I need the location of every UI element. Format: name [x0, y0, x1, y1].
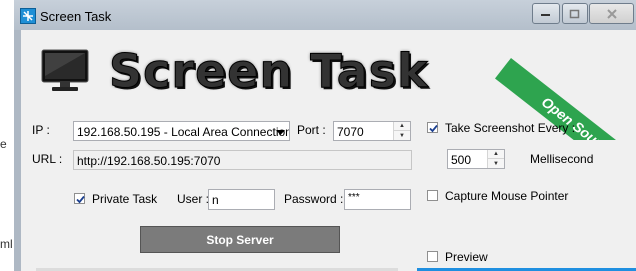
password-value: *** — [348, 192, 360, 203]
maximize-button[interactable] — [562, 3, 588, 24]
ip-label: IP : — [32, 123, 50, 137]
user-value: n — [212, 193, 219, 207]
interval-spin-buttons[interactable]: ▲ ▼ — [487, 150, 504, 168]
spin-down-icon[interactable]: ▼ — [488, 159, 504, 168]
minimize-button[interactable] — [532, 3, 560, 24]
port-label: Port : — [297, 123, 326, 137]
password-label: Password : — [284, 192, 344, 206]
preview-label: Preview — [445, 250, 488, 264]
spin-down-icon[interactable]: ▼ — [394, 131, 410, 140]
user-input[interactable]: n — [208, 189, 275, 210]
close-button[interactable] — [589, 3, 634, 24]
url-value: http://192.168.50.195:7070 — [77, 154, 221, 168]
stop-server-button[interactable]: Stop Server — [140, 226, 340, 253]
interval-stepper[interactable]: 500 ▲ ▼ — [447, 149, 505, 169]
close-icon — [606, 8, 617, 19]
spin-up-icon[interactable]: ▲ — [394, 122, 410, 131]
private-task-label: Private Task — [92, 192, 158, 206]
url-field[interactable]: http://192.168.50.195:7070 — [73, 150, 412, 170]
chevron-down-icon — [273, 125, 287, 139]
password-input[interactable]: *** — [344, 189, 411, 210]
port-value: 7070 — [337, 125, 364, 139]
capture-mouse-label: Capture Mouse Pointer — [445, 189, 569, 203]
spin-up-icon[interactable]: ▲ — [488, 150, 504, 159]
capture-mouse-checkbox[interactable] — [427, 190, 438, 201]
monitor-icon — [40, 48, 90, 94]
private-task-checkbox[interactable] — [74, 193, 85, 204]
check-icon — [429, 124, 438, 133]
background-text: e — [0, 137, 7, 151]
maximize-icon — [569, 9, 580, 18]
interval-unit-label: Mellisecond — [530, 152, 594, 166]
window-title: Screen Task — [40, 9, 112, 24]
main-panel: Screen Task Open Source IP : 192.168.50.… — [21, 30, 636, 271]
take-screenshot-label: Take Screenshot Every : — [445, 121, 576, 135]
user-label: User : — [177, 192, 210, 206]
ip-select-value: 192.168.50.195 - Local Area Connection — [77, 125, 290, 139]
take-screenshot-checkbox[interactable] — [427, 122, 438, 133]
port-spin-buttons[interactable]: ▲ ▼ — [393, 122, 410, 140]
ip-select[interactable]: 192.168.50.195 - Local Area Connection — [73, 121, 290, 141]
stop-server-label: Stop Server — [206, 232, 274, 247]
app-icon — [20, 8, 36, 24]
check-icon — [76, 195, 85, 204]
preview-checkbox[interactable] — [427, 251, 438, 262]
app-heading: Screen Task — [109, 44, 429, 99]
url-label: URL : — [32, 152, 63, 166]
interval-value: 500 — [451, 153, 472, 167]
port-stepper[interactable]: 7070 ▲ ▼ — [333, 121, 411, 141]
minimize-icon — [541, 13, 550, 16]
title-bar[interactable]: Screen Task — [14, 0, 636, 30]
screen-task-window: Screen Task Screen Task Open Source IP : — [14, 0, 636, 271]
background-text: ml — [0, 237, 13, 251]
